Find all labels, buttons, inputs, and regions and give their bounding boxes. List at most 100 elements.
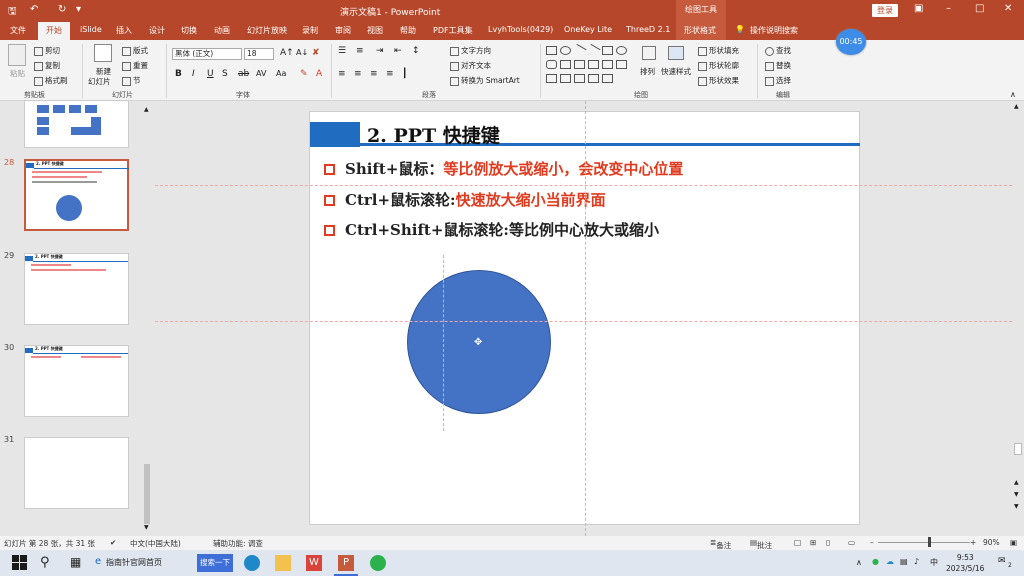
align-center-icon[interactable]: ≡ — [354, 69, 362, 79]
tab-lvyhtools[interactable]: LvyhTools(0429) — [488, 25, 553, 34]
shape-curve-icon[interactable] — [546, 74, 557, 83]
paste-button[interactable]: 粘贴 — [10, 68, 25, 79]
align-left-icon[interactable]: ≡ — [338, 69, 346, 79]
tab-design[interactable]: 设计 — [149, 25, 165, 36]
quick-styles-icon[interactable] — [668, 46, 684, 60]
tab-onekey[interactable]: OneKey Lite — [564, 25, 612, 34]
copy-button[interactable]: 复制 — [34, 60, 60, 71]
comments-button[interactable]: ▤ 批注 — [750, 538, 772, 550]
notification-icon[interactable]: ✉ — [998, 556, 1006, 566]
clear-format-icon[interactable]: ✘ — [312, 48, 320, 58]
spellcheck-icon[interactable]: ✔ — [110, 538, 116, 547]
tab-shape-format[interactable]: 形状格式 — [684, 25, 716, 36]
tab-home[interactable]: 开始 — [38, 22, 70, 40]
reset-button[interactable]: 重置 — [122, 60, 148, 71]
font-name-dropdown[interactable]: 黑体 (正文) — [172, 48, 242, 60]
line-spacing-icon[interactable]: ↕ — [412, 46, 420, 56]
align-right-icon[interactable]: ≡ — [370, 69, 378, 79]
fit-slide-icon[interactable]: ▣ — [1010, 538, 1017, 547]
edge-icon[interactable] — [244, 555, 260, 571]
slide-thumbnail-27[interactable] — [24, 100, 129, 148]
volume-icon[interactable]: ♪ — [914, 557, 919, 566]
shape-rectangle-icon[interactable] — [546, 46, 557, 55]
arrange-icon[interactable] — [642, 46, 656, 60]
font-color-icon[interactable]: A — [316, 69, 322, 79]
shape-more-icon[interactable] — [602, 74, 613, 83]
slide-title[interactable]: 2. PPT 快捷键 — [367, 121, 500, 148]
close-icon[interactable]: ✕ — [1004, 3, 1012, 14]
tab-insert[interactable]: 插入 — [116, 25, 132, 36]
slide-thumbnail-31[interactable] — [24, 437, 129, 509]
tab-view[interactable]: 视图 — [367, 25, 383, 36]
wps-icon[interactable]: W — [306, 555, 322, 571]
scroll-down-icon[interactable]: ▼ — [144, 524, 149, 531]
blue-circle-shape[interactable]: ✥ — [407, 270, 551, 414]
notes-button[interactable]: ≣ 备注 — [710, 538, 731, 550]
slideshow-icon[interactable]: ▭ — [848, 538, 855, 547]
undo-icon[interactable]: ↶ — [30, 4, 38, 15]
thumbnail-scrollbar[interactable]: ▲ ▼ — [143, 106, 151, 532]
find-button[interactable]: 查找 — [765, 45, 791, 56]
bullets-icon[interactable]: ☰ — [338, 46, 346, 56]
redo-icon[interactable]: ↻ — [58, 4, 66, 15]
shape-flow-icon[interactable] — [616, 60, 627, 69]
tab-transitions[interactable]: 切换 — [181, 25, 197, 36]
shape-oval-icon[interactable] — [560, 46, 571, 55]
tab-pdf-tools[interactable]: PDF工具集 — [433, 25, 473, 36]
show-hidden-icons[interactable]: ∧ — [856, 558, 862, 567]
shape-rounded-icon[interactable] — [546, 60, 557, 69]
browser-tab-label[interactable]: 指南针官网首页 — [106, 557, 162, 568]
align-text-button[interactable]: 对齐文本 — [450, 60, 491, 71]
login-button[interactable]: 登录 — [872, 4, 898, 17]
shape-star-icon[interactable] — [602, 60, 613, 69]
tab-record[interactable]: 录制 — [302, 25, 318, 36]
next-slide-icon[interactable]: ▼ — [1014, 491, 1019, 498]
arrange-button[interactable]: 排列 — [640, 66, 655, 77]
language-status[interactable]: 中文(中国大陆) — [130, 538, 181, 549]
wechat-icon[interactable] — [370, 555, 386, 571]
shape-triangle-icon[interactable] — [560, 60, 571, 69]
replace-button[interactable]: 替换 — [765, 60, 791, 71]
scroll-up-icon[interactable]: ▲ — [144, 106, 149, 113]
tab-slideshow[interactable]: 幻灯片放映 — [247, 25, 287, 36]
tray-cloud-icon[interactable]: ☁ — [886, 557, 894, 566]
recording-timer[interactable]: 00:45 — [836, 29, 866, 55]
smartart-button[interactable]: 转换为 SmartArt — [450, 75, 520, 86]
bullet-item[interactable]: Ctrl+Shift+鼠标滚轮:等比例中心放大或缩小 — [324, 219, 659, 240]
zoom-level[interactable]: 90% — [983, 538, 1000, 547]
file-explorer-icon[interactable] — [275, 555, 291, 571]
text-direction-button[interactable]: 文字方向 — [450, 45, 491, 56]
select-button[interactable]: 选择 — [765, 75, 791, 86]
tab-review[interactable]: 审阅 — [335, 25, 351, 36]
bullet-item[interactable]: Ctrl+鼠标滚轮:快速放大缩小当前界面 — [324, 189, 606, 210]
layout-button[interactable]: 版式 — [122, 45, 148, 56]
shape-freeform-icon[interactable] — [560, 74, 571, 83]
bold-icon[interactable]: B — [175, 69, 182, 79]
powerpoint-icon[interactable]: P — [338, 555, 354, 571]
shape-box-icon[interactable] — [602, 46, 613, 55]
justify-icon[interactable]: ≡ — [386, 69, 394, 79]
shape-outline-button[interactable]: 形状轮廓 — [698, 60, 739, 71]
search-icon[interactable]: ⚲ — [40, 555, 56, 571]
bullet-item[interactable]: Shift+鼠标：等比例放大或缩小，会改变中心位置 — [324, 158, 683, 179]
section-button[interactable]: 节 — [122, 75, 141, 86]
tab-threed[interactable]: ThreeD 2.1 — [626, 25, 670, 34]
numbering-icon[interactable]: ≡ — [356, 46, 364, 56]
tab-help[interactable]: 帮助 — [400, 25, 416, 36]
scroll-down-icon[interactable]: ▼ — [1014, 503, 1019, 510]
new-slide-icon[interactable] — [94, 44, 112, 62]
highlight-icon[interactable]: ✎ — [300, 69, 308, 79]
spacing-icon[interactable]: AV — [256, 69, 266, 78]
font-size-dropdown[interactable]: 18 — [244, 48, 274, 60]
shape-circle-icon[interactable] — [616, 46, 627, 55]
accessibility-status[interactable]: 辅助功能: 调查 — [213, 538, 263, 549]
slide-thumbnail-29[interactable]: 2. PPT 快捷键 — [24, 253, 129, 325]
windows-start-icon[interactable] — [12, 555, 28, 571]
ie-browser-icon[interactable]: e — [95, 556, 101, 567]
slide-thumbnail-28[interactable]: 2. PPT 快捷键 — [24, 159, 129, 231]
customize-icon[interactable]: ▾ — [76, 4, 81, 15]
scroll-up-icon[interactable]: ▲ — [1014, 103, 1019, 110]
tab-islide[interactable]: iSlide — [80, 25, 102, 34]
change-case-icon[interactable]: Aa — [276, 69, 286, 78]
shape-fill-button[interactable]: 形状填充 — [698, 45, 739, 56]
